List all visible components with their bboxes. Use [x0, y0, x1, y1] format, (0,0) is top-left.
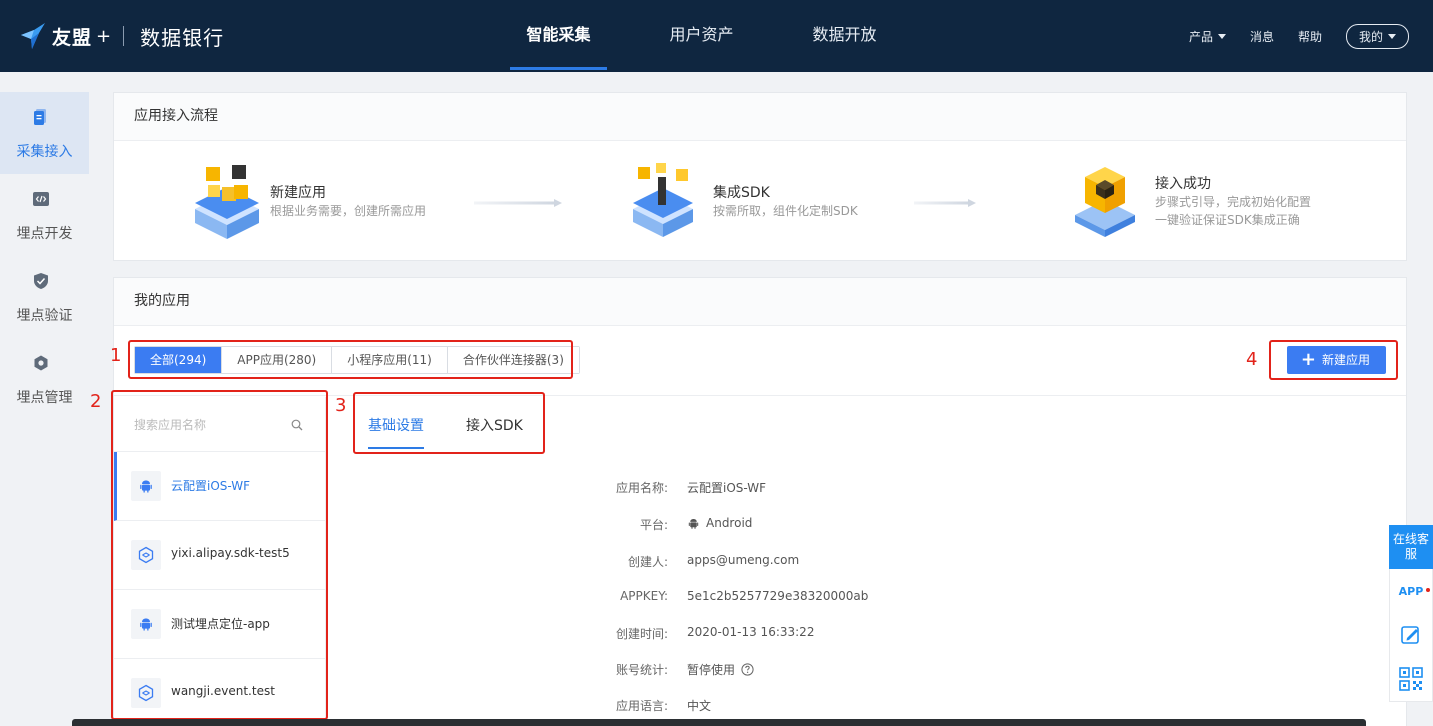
sidebar-item-tracking-verify[interactable]: 埋点验证 [0, 256, 89, 338]
caret-down-icon [1388, 34, 1396, 39]
help-circle-icon[interactable] [741, 663, 754, 676]
product-menu[interactable]: 产品 [1189, 28, 1226, 45]
detail-row-app-name: 应用名称: 云配置iOS-WF [596, 479, 1296, 499]
brand-plus: + [96, 25, 112, 47]
android-icon [688, 518, 699, 529]
messages-link[interactable]: 消息 [1250, 28, 1274, 45]
annotation-number-3: 3 [335, 395, 347, 416]
sidebar-item-label: 采集接入 [16, 144, 73, 160]
product-menu-label: 产品 [1188, 30, 1213, 44]
detail-row-account-stats: 账号统计: 暂停使用 [596, 661, 1296, 681]
access-flow-card: 应用接入流程 新建应用 根据业务需要，创建所需应用 集成SDK 按需所取，组件化… [113, 92, 1407, 261]
detail-row-created-time: 创建时间: 2020-01-13 16:33:22 [596, 625, 1296, 645]
online-service-button[interactable]: 在线客服 [1389, 525, 1433, 569]
detail-label: 平台: [639, 518, 668, 532]
sidebar-item-label: 埋点开发 [16, 226, 73, 242]
my-account-button[interactable]: 我的 [1345, 24, 1409, 49]
sidebar-item-label: 埋点管理 [16, 390, 73, 406]
detail-value: 5e1c2b5257729e38320000ab [687, 589, 869, 603]
flow-step-title: 接入成功 [1155, 176, 1211, 192]
sidebar-item-label: 埋点验证 [16, 308, 73, 324]
flow-step-desc: 根据业务需要，创建所需应用 [270, 204, 427, 218]
my-account-label: 我的 [1358, 30, 1383, 44]
nav-smart-collect[interactable]: 智能采集 [510, 0, 607, 72]
annotation-box-4 [1269, 340, 1398, 380]
floating-tools: APP [1389, 569, 1433, 702]
access-flow-title: 应用接入流程 [114, 93, 1406, 141]
help-link[interactable]: 帮助 [1298, 28, 1322, 45]
shield-check-icon [34, 273, 48, 289]
detail-value: Android [706, 516, 753, 530]
detail-value: apps@umeng.com [687, 553, 800, 567]
feedback-button[interactable] [1390, 613, 1432, 657]
brand-name: 友盟 [52, 26, 93, 49]
sidebar-item-tracking-manage[interactable]: 埋点管理 [0, 338, 89, 420]
logo[interactable]: 友盟 + 数据银行 [18, 20, 224, 52]
logo-divider [123, 26, 125, 46]
main-nav: 智能采集 用户资产 数据开放 [510, 0, 893, 72]
detail-value: 2020-01-13 16:33:22 [687, 625, 815, 639]
floating-service-widget: 在线客服 APP [1389, 525, 1433, 702]
qrcode-button[interactable] [1390, 657, 1432, 701]
detail-row-platform: 平台: Android [596, 516, 1296, 536]
detail-row-appkey: APPKEY: 5e1c2b5257729e38320000ab [596, 589, 1296, 609]
flow-step-title: 集成SDK [713, 185, 770, 201]
qrcode-icon [1399, 667, 1423, 691]
annotation-number-1: 1 [110, 345, 122, 366]
detail-value-wrap: 暂停使用 [687, 661, 754, 678]
flow-step-desc: 按需所取，组件化定制SDK [713, 204, 858, 218]
detail-value: 中文 [687, 699, 712, 713]
detail-label: 应用语言: [615, 699, 668, 713]
app-download-button[interactable]: APP [1390, 569, 1432, 613]
caret-down-icon [1217, 34, 1226, 39]
flow-step-desc: 步骤式引导，完成初始化配置 [1155, 195, 1312, 209]
detail-label: 应用名称: [615, 481, 668, 495]
flow-step-title: 新建应用 [270, 185, 326, 201]
edit-icon [1401, 626, 1419, 644]
arrow-right-icon [914, 199, 976, 207]
detail-value: 暂停使用 [687, 663, 736, 677]
detail-label: 创建人: [627, 555, 668, 569]
detail-value-wrap: Android [687, 516, 752, 530]
sidebar: 采集接入 埋点开发 埋点验证 埋点管理 [0, 72, 96, 726]
annotation-box-3 [353, 392, 545, 454]
detail-label: 账号统计: [615, 663, 668, 677]
detail-label: APPKEY: [620, 589, 668, 603]
sidebar-item-tracking-dev[interactable]: 埋点开发 [0, 174, 89, 256]
hexagon-gear-icon [34, 355, 48, 371]
document-icon [34, 109, 46, 125]
arrow-right-icon [474, 199, 562, 207]
my-apps-title: 我的应用 [114, 278, 1406, 326]
code-icon [33, 192, 49, 206]
product-name: 数据银行 [140, 25, 225, 50]
app-label: APP [1398, 584, 1424, 598]
bottom-scroll-edge [72, 719, 1366, 726]
notification-dot [1426, 588, 1430, 592]
annotation-box-1 [128, 340, 573, 379]
flow-step-desc: 一键验证保证SDK集成正确 [1155, 213, 1300, 227]
umeng-bird-logo-icon [21, 23, 45, 49]
annotation-box-2 [111, 390, 328, 720]
detail-row-app-language: 应用语言: 中文 [596, 697, 1296, 717]
right-nav: 产品 消息 帮助 我的 [1165, 24, 1409, 49]
detail-row-creator: 创建人: apps@umeng.com [596, 553, 1296, 573]
detail-value: 云配置iOS-WF [687, 481, 767, 495]
sidebar-item-collect-access[interactable]: 采集接入 [0, 92, 89, 174]
annotation-number-4: 4 [1246, 349, 1258, 370]
detail-label: 创建时间: [615, 627, 668, 641]
sdk-integration-icon [633, 163, 693, 237]
success-cube-icon [1075, 167, 1135, 237]
annotation-number-2: 2 [90, 391, 102, 412]
top-bar: 友盟 + 数据银行 智能采集 用户资产 数据开放 产品 消息 帮助 我的 [0, 0, 1433, 72]
cube-stack-icon [195, 165, 259, 239]
nav-user-assets[interactable]: 用户资产 [653, 0, 750, 72]
nav-data-open[interactable]: 数据开放 [796, 0, 893, 72]
